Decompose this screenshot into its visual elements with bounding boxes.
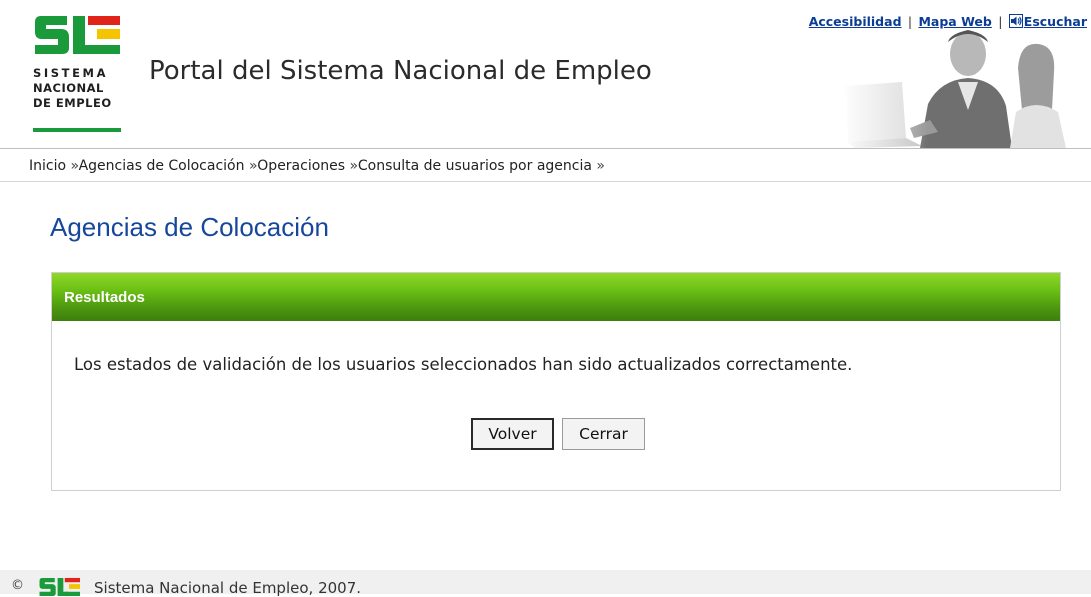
breadcrumb-separator: » [70,158,79,174]
link-separator: | [907,14,913,29]
breadcrumb-operaciones[interactable]: Operaciones [257,158,345,174]
header: SISTEMA NACIONAL DE EMPLEO Portal del Si… [0,0,1091,148]
logo-underline [33,128,121,132]
results-panel-header: Resultados [52,273,1060,321]
page-title: Agencias de Colocación [50,212,329,242]
logo-text: SISTEMA NACIONAL DE EMPLEO [33,66,112,110]
footer-text: Sistema Nacional de Empleo, 2007. [94,579,362,597]
header-photo [840,20,1091,148]
breadcrumb-separator: » [349,158,358,174]
copyright-symbol: © [11,578,24,593]
sne-logo-mark [35,16,120,54]
escuchar-link[interactable]: Escuchar [1024,14,1087,29]
breadcrumb: Inicio »Agencias de Colocación »Operacio… [0,148,1091,182]
site-title: Portal del Sistema Nacional de Empleo [149,56,652,86]
accesibilidad-link[interactable]: Accesibilidad [809,14,902,29]
breadcrumb-agencias[interactable]: Agencias de Colocación [79,158,245,174]
result-message: Los estados de validación de los usuario… [74,355,853,374]
speaker-icon[interactable] [1008,14,1023,28]
breadcrumb-separator: » [596,158,605,174]
link-separator: | [998,14,1003,29]
breadcrumb-consulta-usuarios[interactable]: Consulta de usuarios por agencia [358,158,592,174]
footer-sne-logo [39,577,80,597]
sne-logo[interactable]: SISTEMA NACIONAL DE EMPLEO [33,14,125,134]
volver-button[interactable]: Volver [471,418,554,450]
mapa-web-link[interactable]: Mapa Web [918,14,991,29]
cerrar-button[interactable]: Cerrar [562,418,645,450]
footer: © Sistema Nacional de Empleo, 2007. [0,570,1091,597]
top-links: Accesibilidad | Mapa Web | Escuchar [809,14,1087,29]
breadcrumb-inicio[interactable]: Inicio [29,158,66,174]
results-panel: Resultados Los estados de validación de … [51,272,1061,491]
results-panel-title: Resultados [64,289,145,306]
